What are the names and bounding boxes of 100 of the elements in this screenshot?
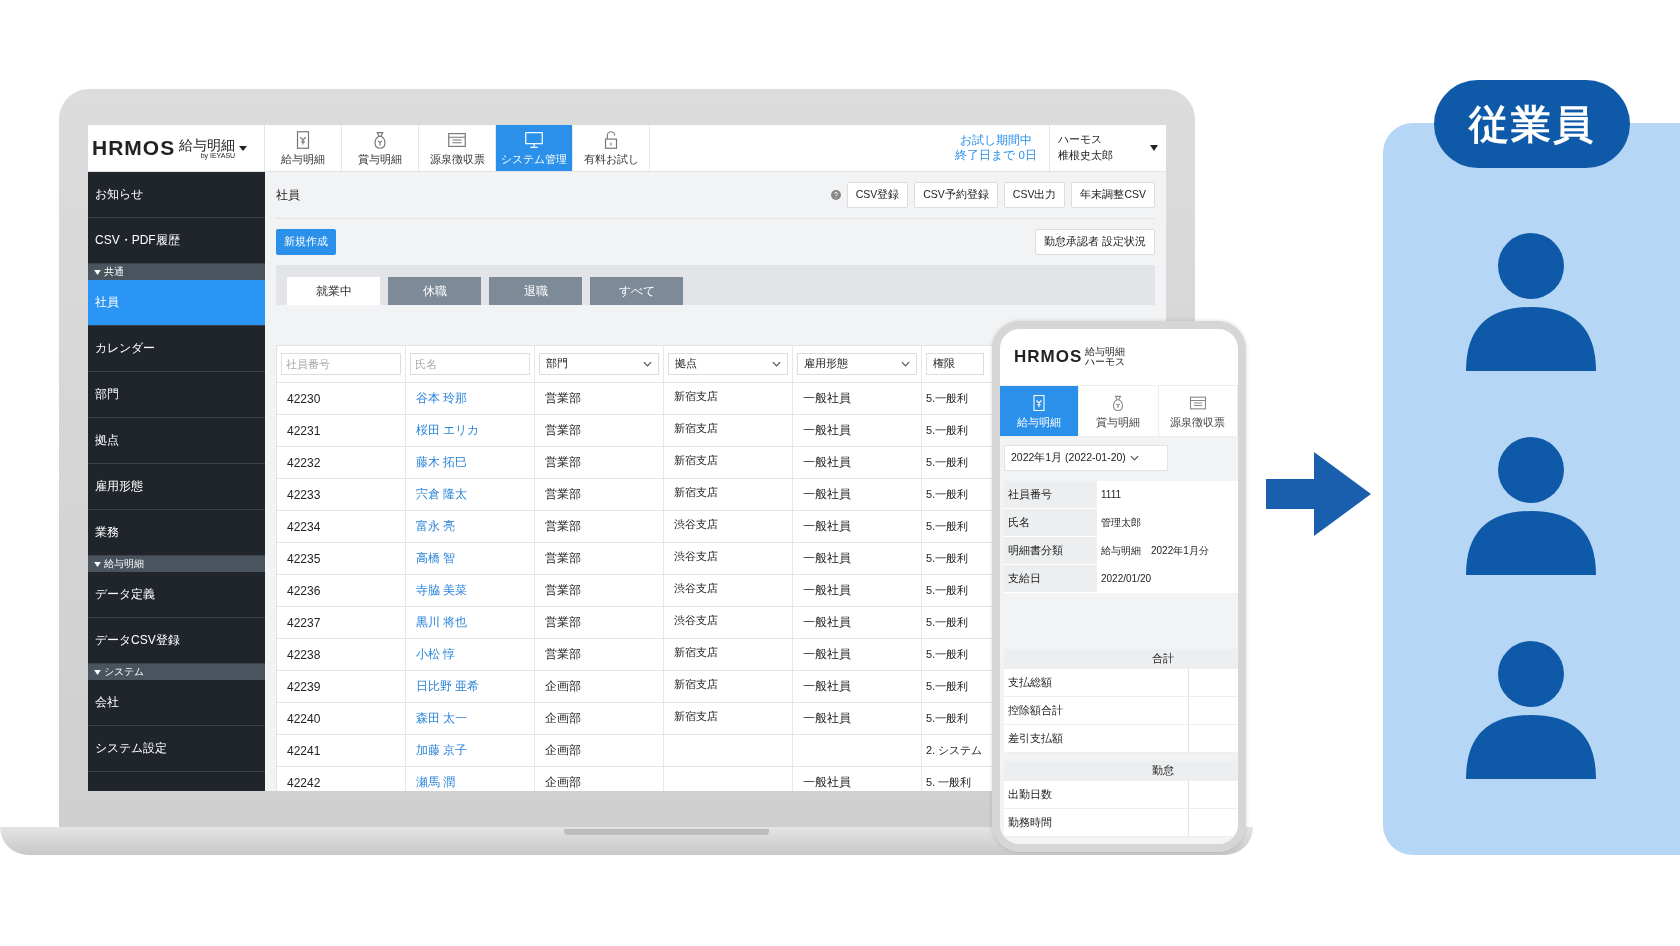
role-cell: 5.一般利 — [926, 423, 969, 438]
department-cell: 営業部 — [545, 646, 581, 663]
employee-number: 42231 — [287, 423, 321, 438]
item-label: 出勤日数 — [1004, 781, 1189, 808]
site-cell: 新宿支店 — [674, 453, 718, 468]
arrow-icon — [1266, 452, 1371, 536]
site-cell: 新宿支店 — [674, 645, 718, 660]
employee-number: 42238 — [287, 647, 321, 662]
role-cell: 5.一般利 — [926, 679, 969, 694]
sidebar-section-header[interactable]: 給与明細 — [88, 556, 265, 572]
role-cell: 5.一般利 — [926, 487, 969, 502]
section-header: 合計 — [1004, 649, 1238, 669]
employee-name-link[interactable]: 小松 惇 — [416, 646, 456, 663]
employee-name-link[interactable]: 宍倉 隆太 — [416, 486, 468, 503]
sidebar-item[interactable]: 雇用形態 — [88, 464, 265, 510]
chevron-down-icon — [643, 361, 652, 367]
status-tab[interactable]: すべて — [590, 277, 683, 305]
user-name: 椎根史太郎 — [1058, 149, 1114, 163]
page-title: 社員 — [276, 186, 300, 204]
sidebar-section-header[interactable]: システム — [88, 664, 265, 680]
caret-icon[interactable] — [239, 145, 248, 151]
employment-type-cell: 一般社員 — [803, 454, 851, 471]
sidebar-item[interactable]: システム設定 — [88, 726, 265, 772]
role-cell: 5.一般利 — [926, 615, 969, 630]
employee-name-link[interactable]: 桜田 エリカ — [416, 422, 480, 439]
sidebar-item[interactable]: カレンダー — [88, 326, 265, 372]
dropdown-icon[interactable] — [1150, 145, 1158, 151]
sidebar-item[interactable]: 拠点 — [88, 418, 265, 464]
employee-name-link[interactable]: 黒川 将也 — [416, 614, 468, 631]
filter-select[interactable]: 権限 — [926, 353, 984, 375]
section-label: システム — [104, 665, 144, 679]
status-tab[interactable]: 就業中 — [287, 277, 380, 305]
sidebar-section-header[interactable]: 共通 — [88, 264, 265, 280]
role-cell: 5.一般利 — [926, 519, 969, 534]
monitor-icon — [523, 129, 545, 151]
role-cell: 5.一般利 — [926, 391, 969, 406]
sidebar-item[interactable]: お知らせ — [88, 172, 265, 218]
employee-number: 42242 — [287, 775, 321, 790]
employee-number: 42239 — [287, 679, 321, 694]
department-cell: 営業部 — [545, 550, 581, 567]
employee-name-link[interactable]: 谷本 玲那 — [416, 390, 468, 407]
employee-name-link[interactable]: 加藤 京子 — [416, 742, 468, 759]
employee-name-link[interactable]: 森田 太一 — [416, 710, 468, 727]
period-select[interactable]: 2022年1月 (2022-01-20) — [1004, 445, 1168, 471]
status-tab[interactable]: 休職 — [388, 277, 481, 305]
logo: HRMOS — [1014, 347, 1083, 367]
toolbar-button[interactable]: 年末調整CSV — [1071, 182, 1155, 208]
trial-remaining[interactable]: 終了日まで 0日 — [955, 148, 1037, 163]
employment-type-cell: 一般社員 — [803, 678, 851, 695]
field-value: 2022/01/20 — [1097, 565, 1238, 592]
employee-name-link[interactable]: 瀬馬 潤 — [416, 774, 456, 791]
employee-name-link[interactable]: 藤木 拓巳 — [416, 454, 468, 471]
filter-select[interactable]: 拠点 — [668, 353, 788, 375]
department-cell: 営業部 — [545, 422, 581, 439]
employment-type-cell: 一般社員 — [803, 390, 851, 407]
chevron-down-icon — [901, 361, 910, 367]
chevron-down-icon — [1129, 455, 1139, 461]
employee-name-link[interactable]: 日比野 亜希 — [416, 678, 480, 695]
triangle-icon — [94, 669, 101, 675]
employee-number: 42240 — [287, 711, 321, 726]
sidebar-item[interactable]: データ定義 — [88, 572, 265, 618]
employee-name-link[interactable]: 寺脇 美菜 — [416, 582, 468, 599]
role-cell: 5.一般利 — [926, 583, 969, 598]
byline: ハーモス — [1085, 357, 1126, 367]
filter-field[interactable]: 氏名 — [410, 353, 530, 375]
employee-name-link[interactable]: 高橋 智 — [416, 550, 456, 567]
department-cell: 企画部 — [545, 678, 581, 695]
item-label: 控除額合計 — [1004, 697, 1189, 724]
company-name: ハーモス — [1058, 133, 1103, 147]
filter-select[interactable]: 雇用形態 — [797, 353, 917, 375]
sidebar-item[interactable]: 部門 — [88, 372, 265, 418]
toolbar-button[interactable]: CSV予約登録 — [914, 182, 998, 208]
filter-field[interactable]: 社員番号 — [281, 353, 401, 375]
role-cell: 5.一般利 — [926, 711, 969, 726]
person-icon — [1466, 435, 1596, 575]
toolbar-button[interactable]: CSV出力 — [1003, 182, 1066, 208]
site-cell: 新宿支店 — [674, 709, 718, 724]
department-cell: 企画部 — [545, 742, 581, 759]
employee-name-link[interactable]: 富永 亮 — [416, 518, 456, 535]
employment-type-cell: 一般社員 — [803, 550, 851, 567]
employee-number: 42234 — [287, 519, 321, 534]
employment-type-cell: 一般社員 — [803, 582, 851, 599]
employment-type-cell: 一般社員 — [803, 422, 851, 439]
help-icon[interactable] — [830, 190, 841, 200]
section-header: 勤怠 — [1004, 761, 1238, 781]
site-cell: 渋谷支店 — [674, 549, 718, 564]
department-cell: 営業部 — [545, 518, 581, 535]
section-label: 給与明細 — [104, 557, 144, 571]
filter-select[interactable]: 部門 — [539, 353, 659, 375]
approver-settings-button[interactable]: 勤怠承認者 設定状況 — [1035, 229, 1155, 255]
site-cell: 新宿支店 — [674, 677, 718, 692]
value-cell — [1189, 697, 1238, 724]
section-label: 共通 — [104, 265, 124, 279]
status-tab[interactable]: 退職 — [489, 277, 582, 305]
trial-status[interactable]: お試し期間中 — [960, 133, 1033, 148]
toolbar-button[interactable]: CSV登録 — [846, 182, 909, 208]
department-cell: 営業部 — [545, 454, 581, 471]
employees-badge: 従業員 — [1434, 80, 1630, 168]
sidebar-item[interactable]: 会社 — [88, 680, 265, 726]
department-cell: 企画部 — [545, 710, 581, 727]
